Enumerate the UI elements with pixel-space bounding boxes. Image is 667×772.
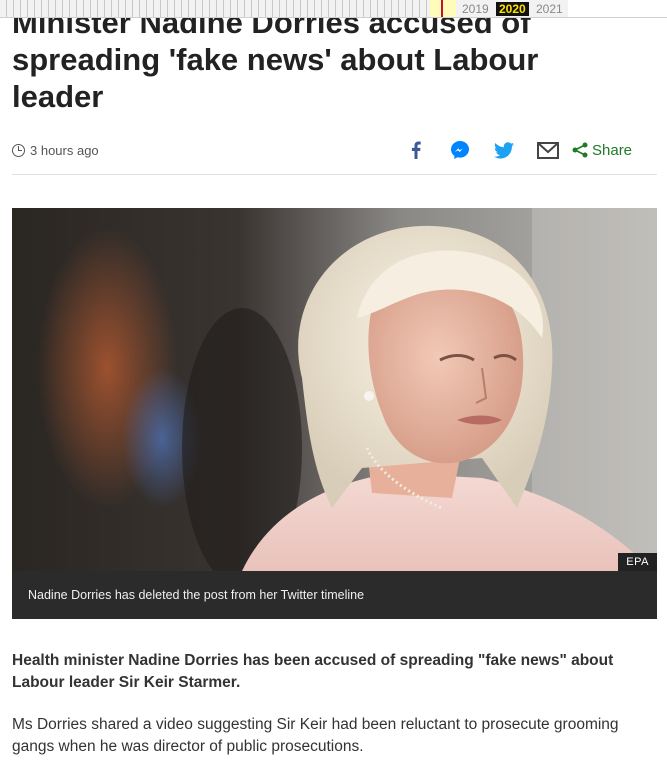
share-button[interactable]: Share [572,142,632,159]
share-icon [572,142,588,158]
wayback-timeline[interactable]: 2019 2020 2021 [0,0,667,18]
email-icon[interactable] [536,141,560,159]
image-caption: Nadine Dorries has deleted the post from… [12,571,657,619]
twitter-icon[interactable] [492,141,516,159]
timeline-highlight [430,0,456,17]
article-image: EPA [12,208,657,571]
year-2020-current[interactable]: 2020 [496,2,529,16]
facebook-icon[interactable] [404,141,428,159]
wayback-blank [568,0,667,17]
article-paragraph: Ms Dorries shared a video suggesting Sir… [12,716,619,755]
byline: 3 hours ago [12,140,99,160]
clock-icon [12,143,25,157]
headline-region: Minister Nadine Dorries accused of sprea… [0,18,667,130]
timeline-current-marker [441,0,443,17]
image-credit: EPA [618,553,657,571]
share-label: Share [592,141,633,159]
share-tools: Share [404,138,632,162]
divider [12,174,657,175]
timestamp: 3 hours ago [30,142,99,158]
photo-illustration [12,208,657,571]
timeline-ticks[interactable] [0,0,430,17]
messenger-icon[interactable] [448,140,472,160]
article-headline: Minister Nadine Dorries accused of sprea… [12,18,539,114]
year-2019-link[interactable]: 2019 [459,2,492,16]
year-2021-link[interactable]: 2021 [533,2,566,16]
article-intro: Health minister Nadine Dorries has been … [12,652,614,691]
